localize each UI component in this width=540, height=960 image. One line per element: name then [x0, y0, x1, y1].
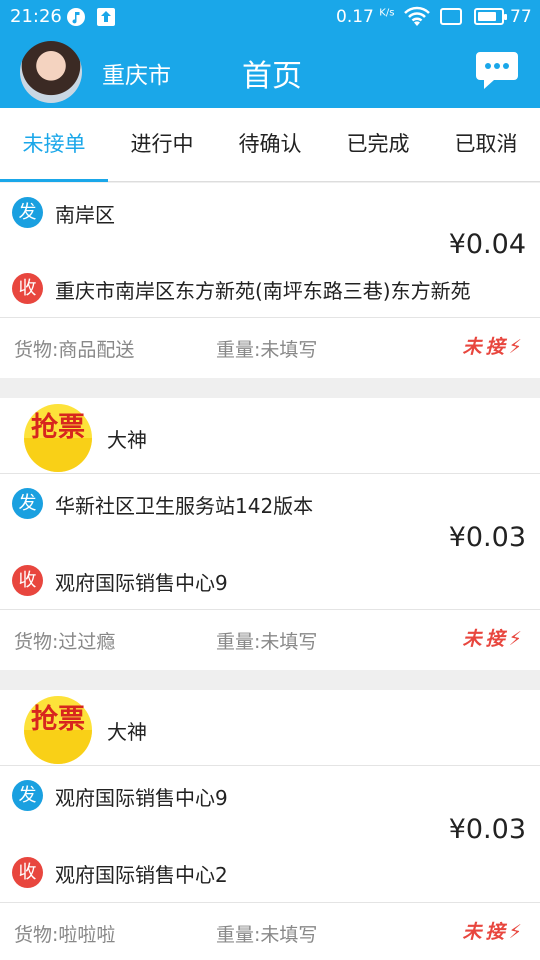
receive-tag: 收: [12, 273, 43, 304]
weight-label: 重量:未填写: [216, 339, 318, 361]
status-stamp: 未接⚡: [462, 628, 526, 650]
battery-icon: [474, 8, 507, 25]
music-icon: [67, 8, 85, 26]
dropoff-row: 收 观府国际销售中心2: [0, 855, 540, 895]
send-tag: 发: [12, 780, 43, 811]
order-footer: 货物:啦啦啦 重量:未填写 未接⚡: [0, 902, 540, 960]
weight-label: 重量:未填写: [216, 924, 318, 946]
dropoff-address: 重庆市南岸区东方新苑(南坪东路三巷)东方新苑: [55, 279, 471, 303]
tab-completed[interactable]: 已完成: [324, 108, 432, 182]
status-bar: 21:26 0.17 K/s 77: [0, 0, 540, 34]
wifi-icon: [404, 6, 430, 26]
goods-label: 货物:啦啦啦: [14, 924, 116, 946]
pickup-row: 发 观府国际销售中心9: [0, 778, 540, 818]
pickup-address: 南岸区: [55, 203, 115, 227]
dropoff-address: 观府国际销售中心9: [55, 571, 228, 595]
app-header: 重庆市 首页: [0, 34, 540, 108]
grab-ticket-badge: 抢票: [24, 404, 92, 472]
status-stamp: 未接⚡: [462, 336, 526, 358]
tab-in-progress[interactable]: 进行中: [108, 108, 216, 182]
grab-ticket-badge: 抢票: [24, 696, 92, 764]
order-card[interactable]: 发 南岸区 ¥0.04 收 重庆市南岸区东方新苑(南坪东路三巷)东方新苑 货物:…: [0, 183, 540, 378]
send-tag: 发: [12, 197, 43, 228]
send-tag: 发: [12, 488, 43, 519]
order-header: 抢票 大神: [0, 690, 540, 766]
status-stamp: 未接⚡: [462, 921, 526, 943]
avatar[interactable]: [20, 41, 82, 103]
weight-label: 重量:未填写: [216, 631, 318, 653]
order-price: ¥0.03: [448, 522, 526, 553]
upload-icon: [97, 8, 115, 26]
order-card[interactable]: 抢票 大神 发 华新社区卫生服务站142版本 ¥0.03 收 观府国际销售中心9…: [0, 398, 540, 670]
city-label[interactable]: 重庆市: [102, 56, 171, 90]
svg-text:抢票: 抢票: [31, 411, 85, 443]
pickup-address: 观府国际销售中心9: [55, 786, 228, 810]
pickup-row: 发 华新社区卫生服务站142版本: [0, 486, 540, 526]
tab-to-confirm[interactable]: 待确认: [216, 108, 324, 182]
order-footer: 货物:过过瘾 重量:未填写 未接⚡: [0, 609, 540, 669]
goods-label: 货物:商品配送: [14, 339, 135, 361]
dropoff-row: 收 重庆市南岸区东方新苑(南坪东路三巷)东方新苑: [0, 271, 540, 311]
order-status-tabs: 未接单 进行中 待确认 已完成 已取消: [0, 108, 540, 182]
goods-label: 货物:过过瘾: [14, 631, 116, 653]
order-card[interactable]: 抢票 大神 发 观府国际销售中心9 ¥0.03 收 观府国际销售中心2 货物:啦…: [0, 690, 540, 960]
tab-unaccepted[interactable]: 未接单: [0, 108, 108, 182]
dropoff-address: 观府国际销售中心2: [55, 863, 228, 887]
order-footer: 货物:商品配送 重量:未填写 未接⚡: [0, 317, 540, 377]
clock: 21:26: [10, 6, 62, 27]
order-price: ¥0.04: [448, 229, 526, 260]
poster-name: 大神: [107, 720, 147, 744]
order-price: ¥0.03: [448, 814, 526, 845]
screen-icon: [440, 8, 462, 25]
page-title: 首页: [242, 59, 302, 94]
order-header: 抢票 大神: [0, 398, 540, 474]
network-speed: 0.17 K/s: [336, 7, 395, 27]
receive-tag: 收: [12, 857, 43, 888]
dropoff-row: 收 观府国际销售中心9: [0, 563, 540, 603]
receive-tag: 收: [12, 565, 43, 596]
battery-level: 77: [510, 7, 532, 27]
pickup-address: 华新社区卫生服务站142版本: [55, 494, 314, 518]
poster-name: 大神: [107, 428, 147, 452]
message-icon[interactable]: [474, 48, 520, 92]
svg-text:抢票: 抢票: [31, 703, 85, 735]
tab-cancelled[interactable]: 已取消: [432, 108, 540, 182]
